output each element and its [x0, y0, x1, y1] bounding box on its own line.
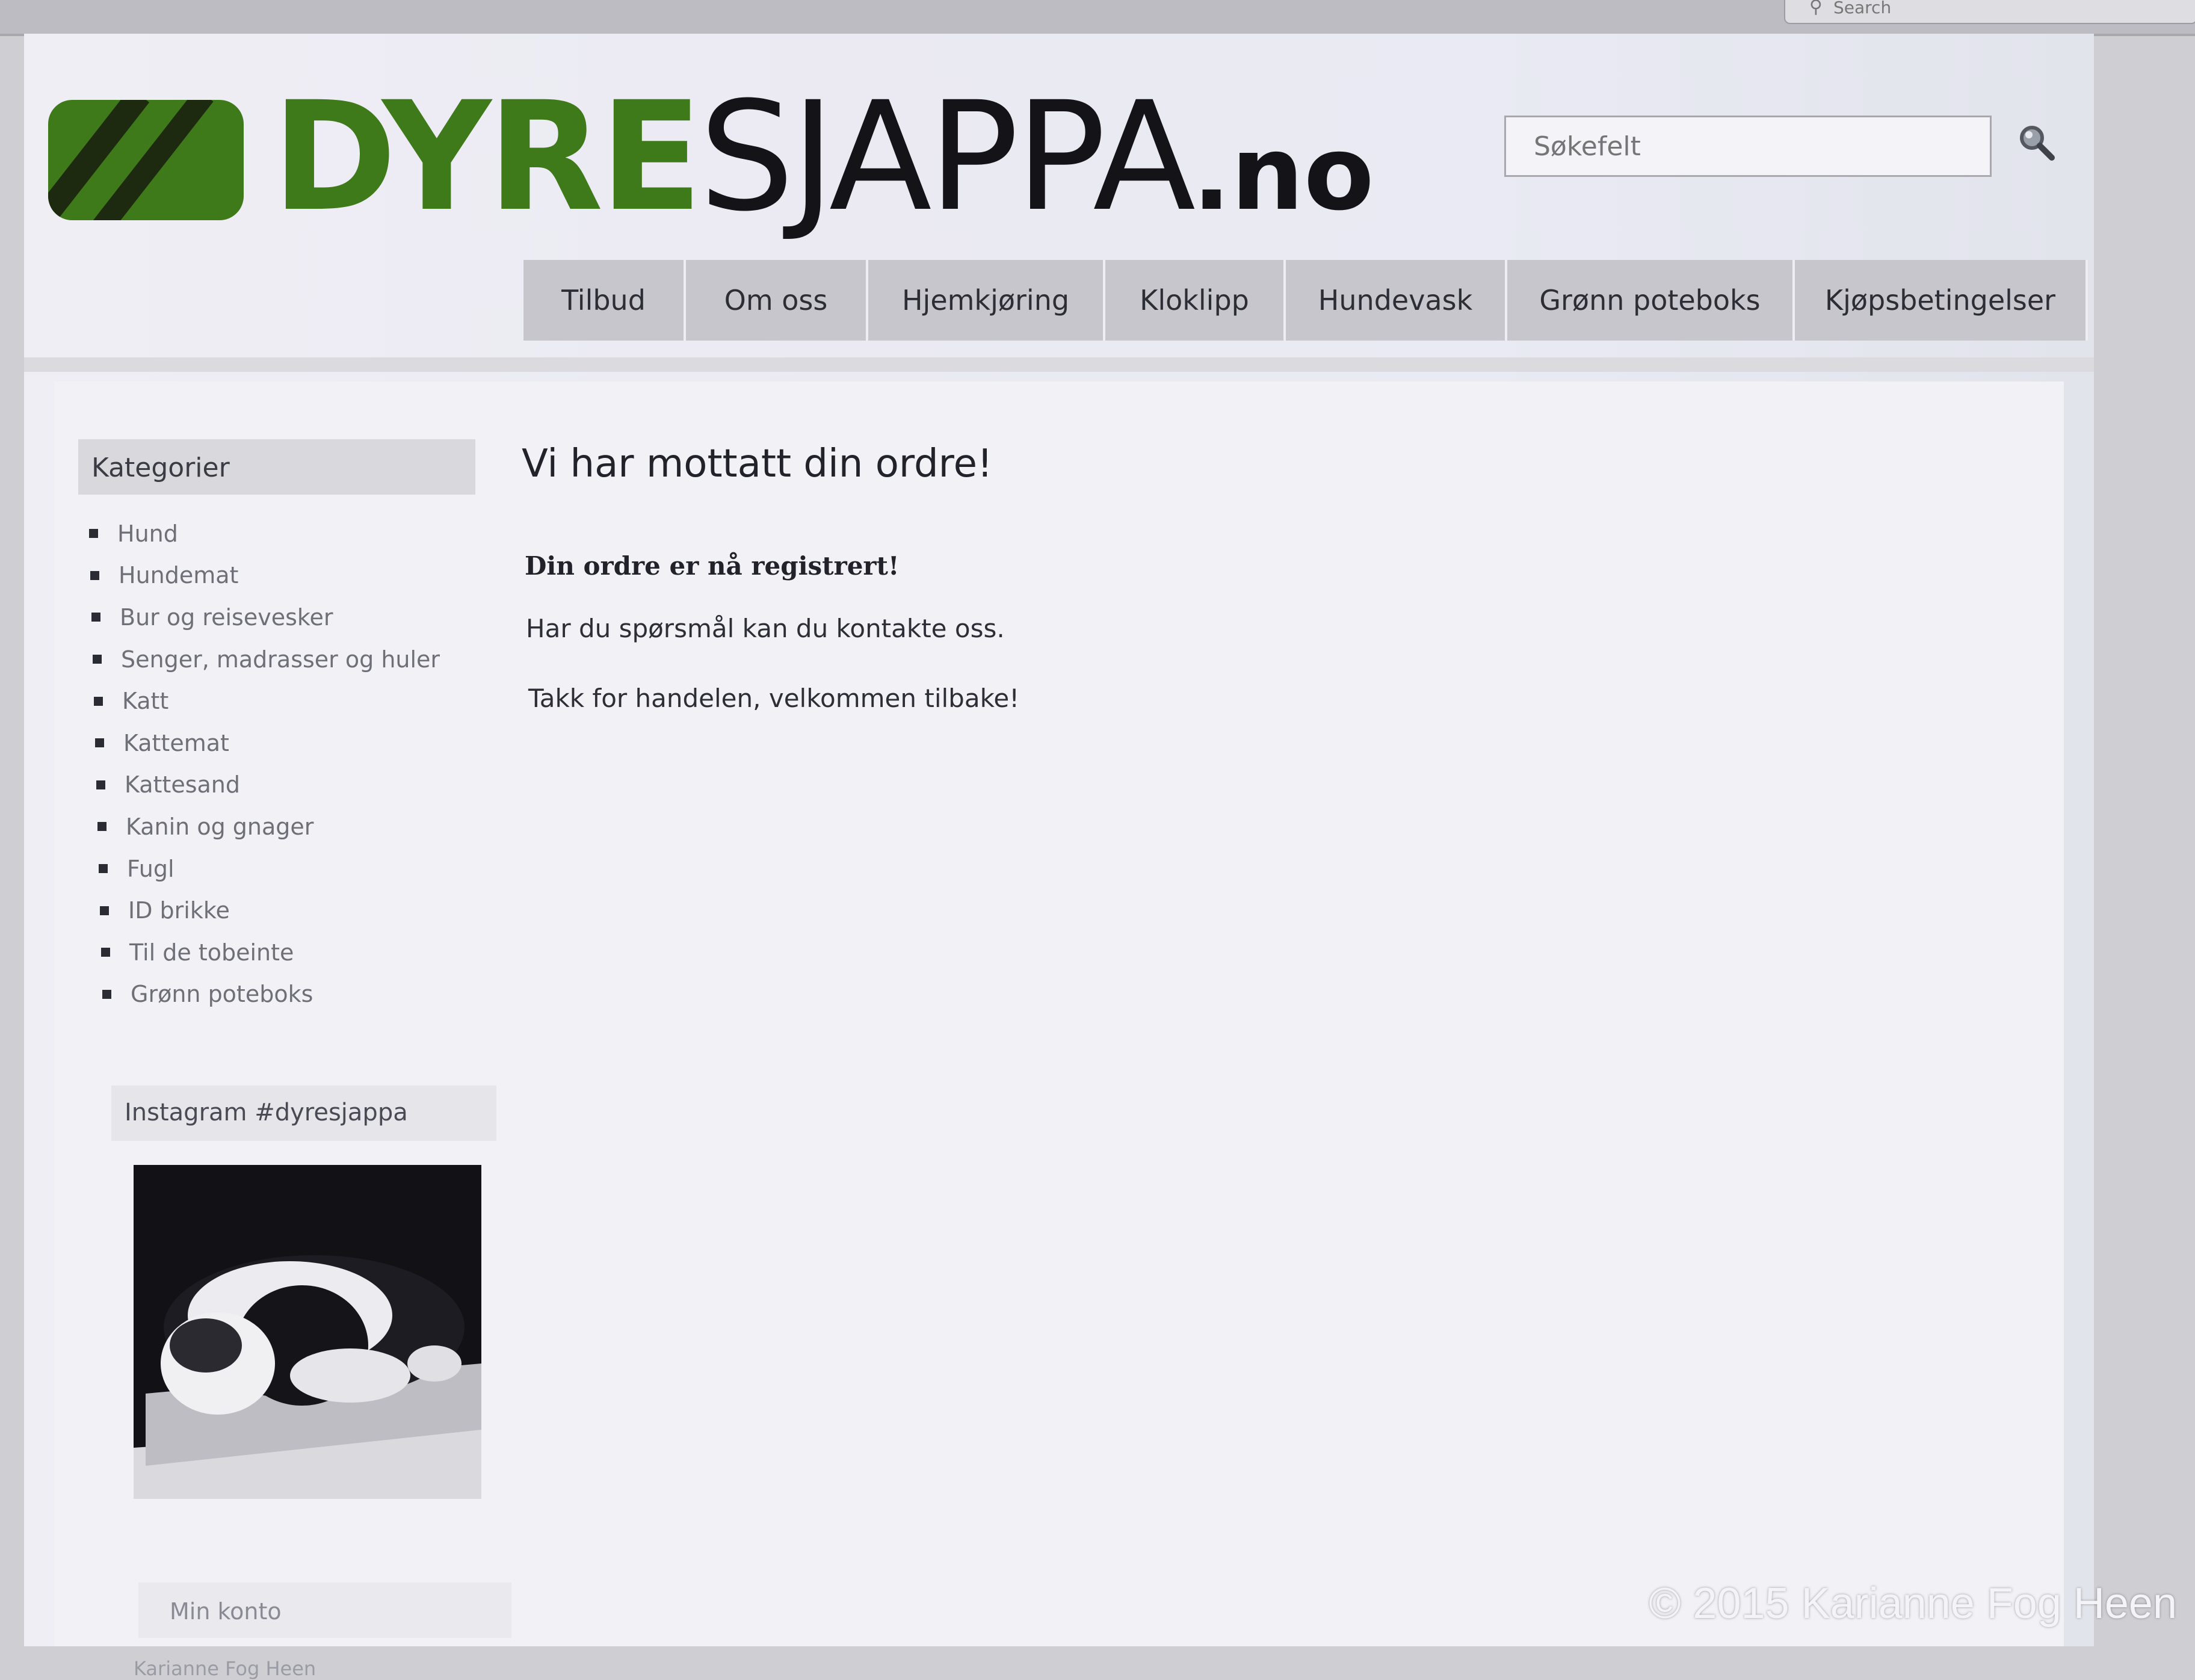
- account-heading: Min konto: [138, 1583, 511, 1638]
- nav-item-gronn-poteboks[interactable]: Grønn poteboks: [1507, 260, 1795, 341]
- nav-item-hjemkjoring[interactable]: Hjemkjøring: [868, 260, 1105, 341]
- logo-part-sjappa: SJAPPA: [699, 69, 1196, 244]
- category-item[interactable]: Kanin og gnager: [89, 806, 440, 848]
- page-title: Vi har mottatt din ordre!: [522, 442, 993, 486]
- category-item[interactable]: Hundemat: [89, 555, 440, 597]
- category-item[interactable]: Bur og reisevesker: [89, 596, 440, 638]
- category-item[interactable]: Fugl: [89, 848, 440, 890]
- nav-item-kloklipp[interactable]: Kloklipp: [1105, 260, 1286, 341]
- copyright-watermark: © 2015 Karianne Fog Heen: [1649, 1580, 2177, 1628]
- categories-heading: Kategorier: [78, 439, 475, 495]
- header-divider: [24, 357, 2094, 372]
- category-item[interactable]: ID brikke: [89, 889, 440, 931]
- account-user-name[interactable]: Karianne Fog Heen: [134, 1657, 316, 1680]
- logo-mark-icon: [48, 100, 244, 220]
- instagram-photo[interactable]: [134, 1165, 481, 1499]
- nav-item-tilbud[interactable]: Tilbud: [523, 260, 686, 341]
- main-nav: Tilbud Om oss Hjemkjøring Kloklipp Hunde…: [523, 260, 2088, 341]
- content-area: Kategorier Hund Hundemat Bur og reiseves…: [54, 381, 2064, 1680]
- browser-search-label: Search: [1833, 0, 1892, 17]
- search-icon[interactable]: [2016, 122, 2058, 164]
- category-item[interactable]: Kattemat: [89, 722, 440, 764]
- logo-tld: .no: [1192, 114, 1374, 233]
- browser-search-field[interactable]: ⚲ Search: [1784, 0, 2195, 24]
- logo-part-dyre: DYRE: [272, 69, 703, 244]
- logo-text: DYRESJAPPA.no: [272, 82, 1374, 232]
- nav-item-hundevask[interactable]: Hundevask: [1286, 260, 1507, 341]
- category-item[interactable]: Grønn poteboks: [89, 974, 440, 1016]
- category-item[interactable]: Katt: [89, 680, 440, 722]
- search-input[interactable]: [1504, 116, 1992, 177]
- nav-item-kjopsbetingelser[interactable]: Kjøpsbetingelser: [1795, 260, 2088, 341]
- category-item[interactable]: Hund: [89, 513, 440, 555]
- order-registered-text: Din ordre er nå registrert!: [525, 551, 900, 581]
- instagram-heading: Instagram #dyresjappa: [111, 1086, 496, 1141]
- nav-item-om-oss[interactable]: Om oss: [686, 260, 868, 341]
- category-item[interactable]: Kattesand: [89, 764, 440, 806]
- category-list: Hund Hundemat Bur og reisevesker Senger,…: [89, 513, 440, 1015]
- browser-search-icon: ⚲: [1809, 0, 1823, 17]
- contact-text: Har du spørsmål kan du kontakte oss.: [526, 614, 1005, 643]
- web-page: DYRESJAPPA.no Tilbud Om oss Hjemkjøring …: [24, 34, 2094, 1680]
- thanks-text: Takk for handelen, velkommen tilbake!: [528, 684, 1020, 713]
- category-item[interactable]: Senger, madrasser og huler: [89, 638, 440, 681]
- category-item[interactable]: Til de tobeinte: [89, 931, 440, 974]
